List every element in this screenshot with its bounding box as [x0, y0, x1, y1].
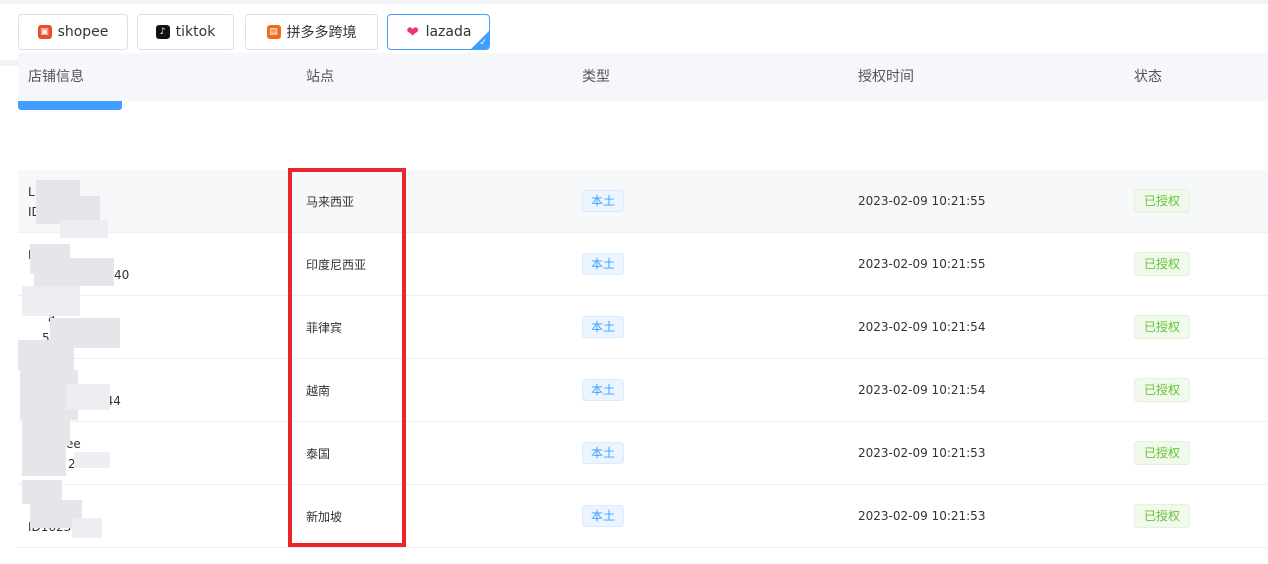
site-cell: 马来西亚	[306, 194, 355, 209]
status-badge: 已授权	[1134, 378, 1191, 402]
status-badge: 已授权	[1134, 252, 1191, 276]
platform-tab-shopee[interactable]: ▣ shopee	[18, 14, 128, 50]
shopee-icon: ▣	[37, 25, 52, 39]
platform-tab-label: shopee	[57, 24, 109, 40]
column-header-shop: 店铺信息	[28, 69, 84, 85]
pinduoduo-icon: ▤	[266, 25, 281, 39]
status-badge: 已授权	[1134, 189, 1191, 213]
platform-tab-pinduoduo[interactable]: ▤ 拼多多跨境	[245, 14, 378, 50]
type-tag: 本土	[582, 505, 625, 527]
column-header-type: 类型	[582, 69, 610, 85]
table-row[interactable]: w 444 越南 本土 2023-02-09 10:21:54 已授权	[18, 359, 1268, 422]
auth-time-cell: 2023-02-09 10:21:55	[858, 257, 986, 271]
platform-tab-label: 拼多多跨境	[286, 25, 357, 41]
platform-tab-tiktok[interactable]: ♪ tiktok	[137, 14, 234, 50]
table-row[interactable]: ee 2448 泰国 本土 2023-02-09 10:21:53 已授权	[18, 422, 1268, 485]
table-row[interactable]: re ID1623 新加坡 本土 2023-02-09 10:21:53 已授权	[18, 485, 1268, 548]
type-tag: 本土	[582, 253, 625, 275]
type-tag: 本土	[582, 379, 625, 401]
platform-tabs-bar: ▣ shopee ♪ tiktok ▤ 拼多多跨境 ❤ lazada ✓	[0, 4, 1268, 60]
type-tag: 本土	[582, 190, 625, 212]
platform-tab-label: tiktok	[175, 24, 216, 40]
type-tag: 本土	[582, 316, 625, 338]
lazada-icon: ❤	[406, 23, 419, 41]
auth-time-cell: 2023-02-09 10:21:54	[858, 383, 986, 397]
platform-tab-label: lazada	[425, 24, 472, 40]
table-row[interactable]: L ID2097 马来西亚 本土 2023-02-09 10:21:55 已授权	[18, 170, 1268, 233]
site-cell: 新加坡	[306, 509, 343, 524]
status-badge: 已授权	[1134, 315, 1191, 339]
site-cell: 印度尼西亚	[306, 257, 367, 272]
table-row[interactable]: a 5084 菲律宾 本土 2023-02-09 10:21:54 已授权	[18, 296, 1268, 359]
auth-time-cell: 2023-02-09 10:21:55	[858, 194, 986, 208]
column-header-status: 状态	[1134, 69, 1162, 85]
site-cell: 菲律宾	[306, 320, 343, 335]
status-badge: 已授权	[1134, 441, 1191, 465]
auth-time-cell: 2023-02-09 10:21:54	[858, 320, 986, 334]
site-cell: 越南	[306, 383, 331, 398]
column-header-site: 站点	[306, 69, 334, 85]
site-cell: 泰国	[306, 446, 331, 461]
table-header: 店铺信息 站点 类型 授权时间 状态	[18, 53, 1268, 101]
status-badge: 已授权	[1134, 504, 1191, 528]
auth-time-cell: 2023-02-09 10:21:53	[858, 509, 986, 523]
platform-tab-lazada[interactable]: ❤ lazada ✓	[387, 14, 490, 50]
auth-time-cell: 2023-02-09 10:21:53	[858, 446, 986, 460]
tiktok-icon: ♪	[155, 25, 170, 39]
type-tag: 本土	[582, 442, 625, 464]
check-icon: ✓	[479, 38, 487, 48]
table-row[interactable]: L 40 印度尼西亚 本土 2023-02-09 10:21:55 已授权	[18, 233, 1268, 296]
column-header-time: 授权时间	[858, 69, 914, 85]
